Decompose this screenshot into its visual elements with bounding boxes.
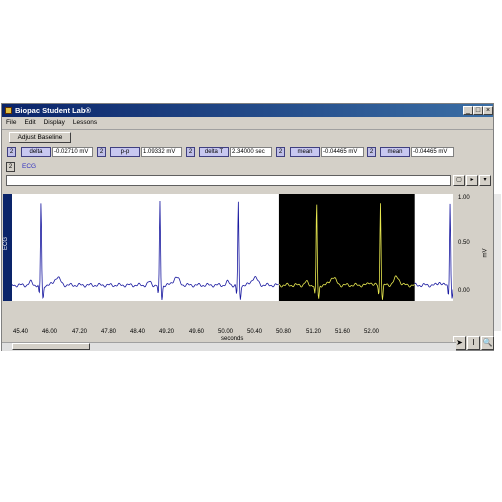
zoom-icon: 🔍 <box>482 338 493 347</box>
x-tick-label: 49.60 <box>189 329 205 335</box>
measurement-5-type[interactable]: mean <box>380 147 410 157</box>
horizontal-scrollbar[interactable] <box>2 342 456 351</box>
measurement-3-channel[interactable]: 2 <box>186 147 195 157</box>
menu-bar: File Edit Display Lessons <box>2 117 493 128</box>
measurement-2-channel[interactable]: 2 <box>97 147 106 157</box>
y-tick-label: 1.00 <box>458 195 470 201</box>
journal-box-button[interactable]: ▢ <box>453 175 465 186</box>
channel-strip-label: ECG <box>3 236 9 250</box>
x-tick-label: 45.40 <box>13 329 29 335</box>
x-tick-label: 50.00 <box>218 329 234 335</box>
vertical-scrollbar[interactable] <box>494 194 501 331</box>
menu-lessons[interactable]: Lessons <box>73 119 97 126</box>
y-axis-unit: mV <box>482 248 489 258</box>
y-tick-label: 0.50 <box>458 240 470 246</box>
title-bar: Biopac Student Lab® _ □ × <box>2 104 493 117</box>
journal-dropdown-button[interactable]: ▾ <box>479 175 491 186</box>
pointer-icon: ➤ <box>456 338 463 347</box>
horizontal-scroll-thumb[interactable] <box>12 343 90 350</box>
measurement-4-type[interactable]: mean <box>290 147 320 157</box>
measurement-1-channel[interactable]: 2 <box>7 147 16 157</box>
window-title: Biopac Student Lab® <box>15 106 91 115</box>
measurement-5-value: -0.04465 mV <box>411 147 454 157</box>
channel-name[interactable]: ECG <box>22 163 36 170</box>
x-tick-label: 46.00 <box>42 329 58 335</box>
measurement-2-value: 1.09332 mV <box>141 147 182 157</box>
i-beam-tool-button[interactable]: I <box>467 336 480 350</box>
measurement-3-type[interactable]: delta T <box>199 147 229 157</box>
i-beam-icon: I <box>472 338 475 347</box>
measurement-3-value: 2.34000 sec <box>230 147 272 157</box>
adjust-baseline-button[interactable]: Adjust Baseline <box>9 132 71 143</box>
y-axis-panel: 1.00 0.50 0.00 mV <box>454 194 501 331</box>
close-button[interactable]: × <box>483 106 493 115</box>
y-tick-label: 0.00 <box>458 288 470 294</box>
x-tick-label: 51.60 <box>335 329 351 335</box>
measurement-5-channel[interactable]: 2 <box>367 147 376 157</box>
x-tick-label: 47.80 <box>101 329 117 335</box>
app-window: Biopac Student Lab® _ □ × File Edit Disp… <box>1 103 501 351</box>
measurement-2-type[interactable]: p-p <box>110 147 140 157</box>
measurement-4-value: -0.04465 mV <box>321 147 364 157</box>
journal-field[interactable] <box>6 175 451 186</box>
maximize-button[interactable]: □ <box>473 106 483 115</box>
menu-file[interactable]: File <box>6 119 16 126</box>
biopac-app-icon <box>5 107 12 114</box>
zoom-tool-button[interactable]: 🔍 <box>481 336 494 350</box>
x-tick-label: 51.20 <box>306 329 322 335</box>
x-tick-label: 52.00 <box>364 329 380 335</box>
menu-display[interactable]: Display <box>44 119 65 126</box>
plot-area: ECG 1.00 0.50 0.00 mV 45.40 46.00 47.20 … <box>2 194 501 350</box>
measurement-4-channel[interactable]: 2 <box>276 147 285 157</box>
x-tick-label: 47.20 <box>72 329 88 335</box>
menu-edit[interactable]: Edit <box>24 119 35 126</box>
measurement-1-value: -0.02710 mV <box>52 147 93 157</box>
channel-number-box[interactable]: 2 <box>6 162 15 172</box>
minimize-button[interactable]: _ <box>463 106 473 115</box>
journal-play-button[interactable]: ▸ <box>466 175 478 186</box>
x-tick-label: 48.40 <box>130 329 146 335</box>
measurement-1-type[interactable]: delta <box>21 147 51 157</box>
x-tick-label: 49.20 <box>159 329 175 335</box>
measurement-row: 2 delta -0.02710 mV 2 p-p 1.09332 mV 2 d… <box>2 146 493 160</box>
x-tick-label: 50.40 <box>247 329 263 335</box>
channel-strip: ECG <box>3 194 12 301</box>
ecg-chart[interactable] <box>12 194 453 301</box>
channel-row: 2 ECG <box>2 161 493 173</box>
x-tick-label: 50.80 <box>276 329 292 335</box>
toolbar: Adjust Baseline <box>2 129 493 146</box>
